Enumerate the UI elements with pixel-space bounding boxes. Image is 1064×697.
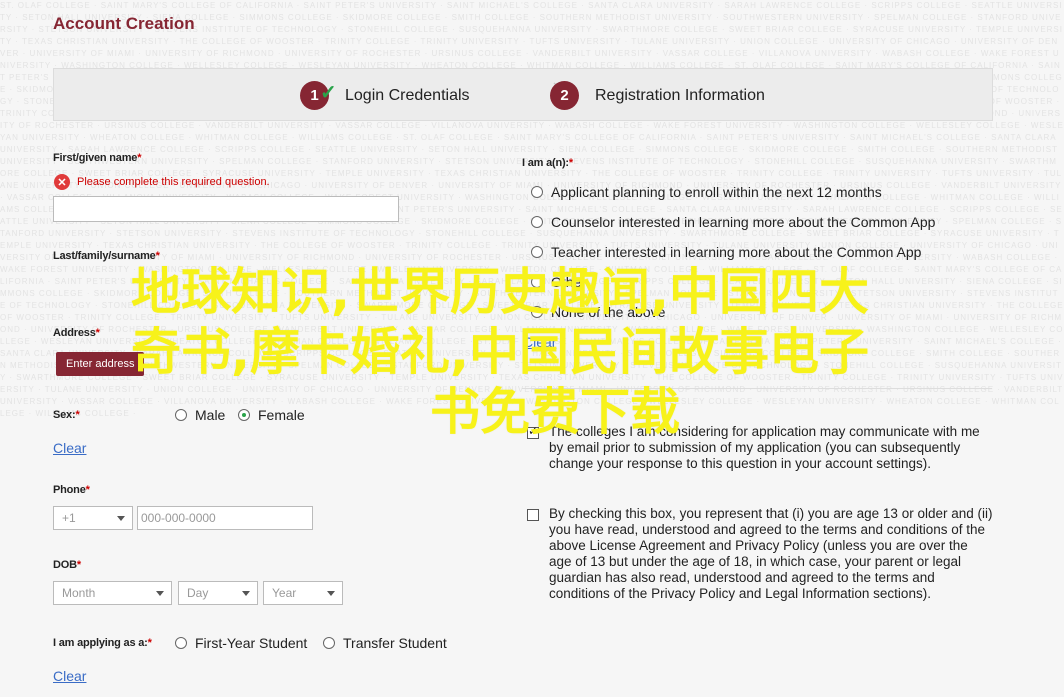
required-marker: * [137,152,142,164]
required-marker: * [76,559,81,571]
phone-label: Phone* [53,484,90,496]
terms-consent-row[interactable]: By checking this box, you represent that… [527,506,993,602]
chevron-down-icon [242,591,250,596]
radio-label: First-Year Student [195,635,308,651]
overlay-line-2: 奇书,摩卡婚礼,中国民间故事电子 [131,323,869,381]
error-icon: ✕ [54,174,70,190]
first-name-label-text: First/given name [53,152,138,164]
radio-label: Counselor interested in learning more ab… [551,214,936,230]
applying-as-label: I am applying as a:* [53,637,152,649]
required-marker: * [568,157,573,169]
radio-label: Teacher interested in learning more abou… [551,244,922,260]
dob-label-text: DOB [53,559,77,571]
radio-button[interactable] [323,637,335,649]
radio-button[interactable] [175,637,187,649]
radio-button[interactable] [531,246,543,258]
select-value: Day [187,586,209,600]
applying-clear-link[interactable]: Clear [53,668,86,684]
phone-label-text: Phone [53,484,86,496]
dob-label: DOB* [53,559,81,571]
terms-consent-checkbox[interactable] [527,509,539,521]
overlay-line-1: 地球知识,世界历史趣闻,中国四大 [131,263,869,321]
overlay-line-3: 书免费下载 [430,383,680,441]
chevron-down-icon [327,591,335,596]
error-message: Please complete this required question. [77,176,270,188]
applying-as-label-text: I am applying as a: [53,637,148,649]
first-name-input[interactable] [53,196,399,222]
first-name-error: ✕ Please complete this required question… [54,174,270,190]
select-value: +1 [62,511,76,525]
required-marker: * [155,250,160,262]
radio-label: Transfer Student [343,635,447,651]
first-name-label: First/given name* [53,152,142,164]
select-value: Year [272,586,297,600]
promo-overlay-text: 地球知识,世界历史趣闻,中国四大 奇书,摩卡婚礼,中国民间故事电子 书免费下载 [20,262,980,442]
i-am-option-teacher[interactable]: Teacher interested in learning more abou… [531,244,921,260]
last-name-label: Last/family/surname* [53,250,160,262]
phone-number-input[interactable]: 000-000-0000 [137,506,313,530]
i-am-option-applicant[interactable]: Applicant planning to enroll within the … [531,184,882,200]
radio-button[interactable] [531,186,543,198]
select-value: Month [62,586,96,600]
applying-option-first-year[interactable]: First-Year Student [175,635,307,651]
chevron-down-icon [156,591,164,596]
sex-clear-link[interactable]: Clear [53,440,86,456]
dob-year-select[interactable]: Year [263,581,343,605]
required-marker: * [85,484,90,496]
i-am-label: I am a(n):* [522,157,573,169]
dob-day-select[interactable]: Day [178,581,258,605]
chevron-down-icon [117,516,125,521]
radio-label: Applicant planning to enroll within the … [551,184,882,200]
last-name-label-text: Last/family/surname [53,250,156,262]
terms-consent-text: By checking this box, you represent that… [549,506,993,601]
radio-button[interactable] [531,216,543,228]
i-am-label-text: I am a(n): [522,157,569,169]
i-am-option-counselor[interactable]: Counselor interested in learning more ab… [531,214,935,230]
required-marker: * [147,637,152,649]
applying-option-transfer[interactable]: Transfer Student [323,635,447,651]
phone-country-code-select[interactable]: +1 [53,506,133,530]
dob-month-select[interactable]: Month [53,581,172,605]
